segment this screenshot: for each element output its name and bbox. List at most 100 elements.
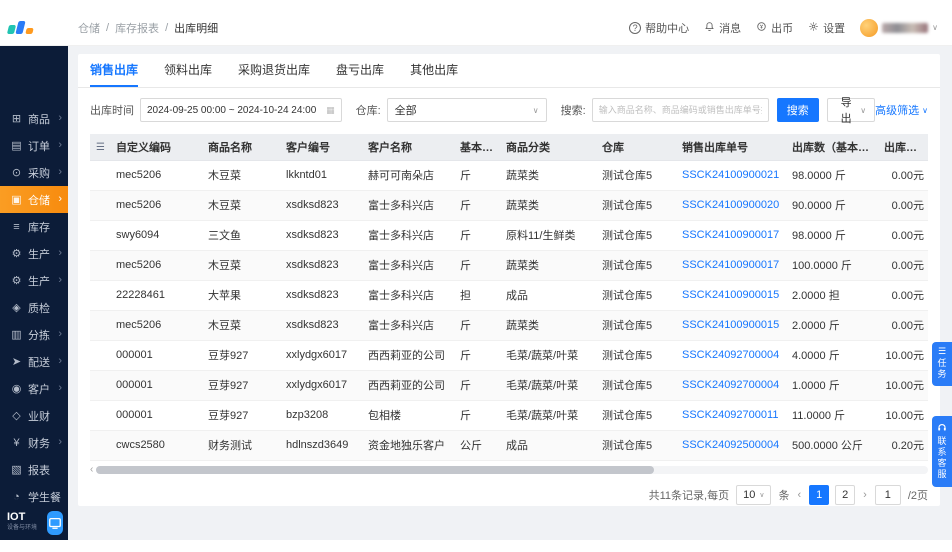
app-window: 仓储 / 库存报表 / 出库明细 ? 帮助中心 消息 出币 设置 ∨ ⊞ 商品 … [0, 10, 952, 540]
search-input[interactable] [591, 98, 769, 122]
chevron-down-icon: ∨ [759, 491, 765, 499]
page-button-2[interactable]: 2 [835, 484, 856, 505]
outbound-order-link[interactable]: SSCK24092500004 [676, 430, 786, 461]
cell: 90.0000 斤 [786, 190, 878, 221]
row-settings-cell [90, 190, 110, 221]
cell: 500.0000 公斤 [786, 430, 878, 461]
sidebar-item-finance[interactable]: ¥ 财务 › [0, 429, 68, 456]
sidebar-item-inventory[interactable]: ≡ 库存 [0, 213, 68, 240]
sidebar-item-goods[interactable]: ⊞ 商品 › [0, 105, 68, 132]
sidebar-item-purchase[interactable]: ⊙ 采购 › [0, 159, 68, 186]
sidebar-item-label: 质检 [28, 302, 50, 315]
tab-purchase-return[interactable]: 采购退货出库 [238, 54, 310, 87]
chevron-right-icon: › [58, 355, 62, 367]
scroll-left-arrow[interactable]: ‹ [90, 464, 93, 474]
sidebar-item-delivery[interactable]: ➤ 配送 › [0, 348, 68, 375]
table-row[interactable]: cwcs2580 财务测试 hdlnszd3649 资金地独乐客户 公斤 成品 测试仓库5 S… [90, 430, 928, 461]
chevron-right-icon: › [58, 436, 62, 448]
outbound-order-link[interactable]: SSCK24100900017 [676, 250, 786, 281]
date-range-input[interactable]: 2024-09-25 00:00 ~ 2024-10-24 24:00 ▦ [140, 98, 342, 122]
scrollbar-thumb[interactable] [96, 465, 654, 474]
cell: 10.00元 [878, 340, 928, 371]
outbound-order-link[interactable]: SSCK24092700004 [676, 340, 786, 371]
sidebar-item-report[interactable]: ▧ 报表 [0, 456, 68, 483]
help-center-link[interactable]: ? 帮助中心 [629, 20, 689, 36]
sidebar-item-production2[interactable]: ⚙ 生产 › [0, 267, 68, 294]
outbound-order-link[interactable]: SSCK24100900015 [676, 280, 786, 311]
cell: xsdksd823 [280, 220, 362, 251]
settings-link[interactable]: 设置 [808, 20, 845, 36]
outbound-order-link[interactable]: SSCK24100900015 [676, 310, 786, 341]
sidebar-item-customer[interactable]: ◉ 客户 › [0, 375, 68, 402]
outbound-order-link[interactable]: SSCK24100900020 [676, 190, 786, 221]
tab-material[interactable]: 领料出库 [164, 54, 212, 87]
cell: 富士多科兴店 [362, 220, 454, 251]
cell: mec5206 [110, 250, 202, 281]
sidebar-item-production[interactable]: ⚙ 生产 › [0, 240, 68, 267]
table-row[interactable]: mec5206 木豆菜 xsdksd823 富士多科兴店斤蔬菜类 测试仓库5 SSCK24… [90, 250, 928, 281]
breadcrumb-item-inventory-report[interactable]: 库存报表 [115, 20, 159, 36]
cell: 财务测试 [202, 430, 280, 461]
tab-sale[interactable]: 销售出库 [90, 54, 139, 87]
cell: 测试仓库5 [596, 430, 676, 461]
outbound-order-link[interactable]: SSCK24100900021 [676, 160, 786, 191]
cell: cwcs2580 [110, 430, 202, 461]
table-row[interactable]: 000001 豆芽927 xxlydgx6017 西西莉亚的公司斤毛菜/蔬菜/叶菜 测试… [90, 340, 928, 371]
table-row[interactable]: swy6094 三文鱼 xsdksd823 富士多科兴店斤原料11/生鲜类 测试仓库5 S… [90, 220, 928, 251]
breadcrumb-item-warehouse[interactable]: 仓储 [78, 20, 100, 36]
export-button[interactable]: 导出 ∨ [826, 97, 876, 125]
sidebar-item-quality[interactable]: ◈ 质检 [0, 294, 68, 321]
sidebar-item-bizfinance[interactable]: ◇ 业财 [0, 402, 68, 429]
sidebar-iot-section[interactable]: IOT 设备与环境 [0, 511, 68, 535]
table-row[interactable]: mec5206 木豆菜 xsdksd823 富士多科兴店斤蔬菜类 测试仓库5 SSCK24… [90, 190, 928, 221]
chevron-right-icon: › [58, 274, 62, 286]
table-row[interactable]: mec5206 木豆菜 lkkntd01 赫可可南朵店斤蔬菜类 测试仓库5 SSCK241… [90, 160, 928, 191]
chevron-down-icon: ∨ [932, 23, 938, 32]
outbound-order-link[interactable]: SSCK24092700004 [676, 370, 786, 401]
topbar: 仓储 / 库存报表 / 出库明细 ? 帮助中心 消息 出币 设置 ∨ [0, 10, 952, 46]
column-settings-icon[interactable]: ☰ [96, 142, 105, 153]
production-icon: ⚙ [11, 275, 22, 287]
chevron-right-icon: › [58, 139, 62, 151]
chevron-right-icon: › [58, 328, 62, 340]
cell: 斤 [454, 310, 500, 341]
sidebar-item-sorting[interactable]: ▥ 分拣 › [0, 321, 68, 348]
tab-loss[interactable]: 盘亏出库 [336, 54, 384, 87]
outbound-detail-card: 销售出库 领料出库 采购退货出库 盘亏出库 其他出库 出库时间 2024-09-25 0… [78, 54, 940, 506]
outbound-order-link[interactable]: SSCK24100900017 [676, 220, 786, 251]
page-jump-input[interactable]: 1 [874, 484, 901, 505]
sidebar-item-meal[interactable]: ◔ 学生餐 [0, 483, 68, 510]
warehouse-select[interactable]: 全部 ∨ [386, 98, 547, 122]
contact-support-button[interactable]: 联系客服 [932, 416, 952, 487]
table-row[interactable]: 22228461 大苹果 xsdksd823 富士多科兴店担成品 测试仓库5 SSCK24… [90, 280, 928, 311]
sidebar-item-orders[interactable]: ▤ 订单 › [0, 132, 68, 159]
cell: 0.00元 [878, 280, 928, 311]
support-label: 联系客服 [936, 436, 947, 480]
search-button[interactable]: 搜索 [776, 98, 819, 122]
cell: 0.00元 [878, 250, 928, 281]
cell: 2.0000 担 [786, 280, 878, 311]
tab-other[interactable]: 其他出库 [410, 54, 458, 87]
user-menu[interactable]: ∨ [860, 18, 938, 37]
delivery-icon: ➤ [11, 356, 22, 368]
cell: 22228461 [110, 280, 202, 311]
table-row[interactable]: mec5206 木豆菜 xsdksd823 富士多科兴店斤蔬菜类 测试仓库5 SSCK24… [90, 310, 928, 341]
time-filter-label: 出库时间 [90, 105, 134, 117]
table-row[interactable]: 000001 豆芽927 bzp3208 包相楼斤毛菜/蔬菜/叶菜 测试仓库5 SSCK2… [90, 400, 928, 431]
page-size-select[interactable]: 10 ∨ [736, 484, 772, 505]
cell: 11.0000 斤 [786, 400, 878, 431]
scrollbar-track[interactable] [96, 465, 928, 474]
advanced-filter-link[interactable]: 高级筛选 ∨ [875, 102, 928, 118]
sidebar-item-warehouse[interactable]: ▣ 仓储 › [0, 186, 68, 213]
prev-page-button[interactable]: ‹ [796, 489, 802, 501]
table-row[interactable]: 000001 豆芽927 xxlydgx6017 西西莉亚的公司斤毛菜/蔬菜/叶菜 测试… [90, 370, 928, 401]
row-settings-cell [90, 370, 110, 401]
chevron-right-icon: › [58, 166, 62, 178]
column-header: 仓库 [596, 134, 676, 161]
messages-link[interactable]: 消息 [704, 20, 741, 36]
page-button-1[interactable]: 1 [809, 484, 830, 505]
outbound-order-link[interactable]: SSCK24092700011 [676, 400, 786, 431]
task-drawer-button[interactable]: ☰ 任务 [932, 342, 952, 386]
next-page-button[interactable]: › [862, 489, 868, 501]
mall-link[interactable]: 出币 [756, 20, 793, 36]
